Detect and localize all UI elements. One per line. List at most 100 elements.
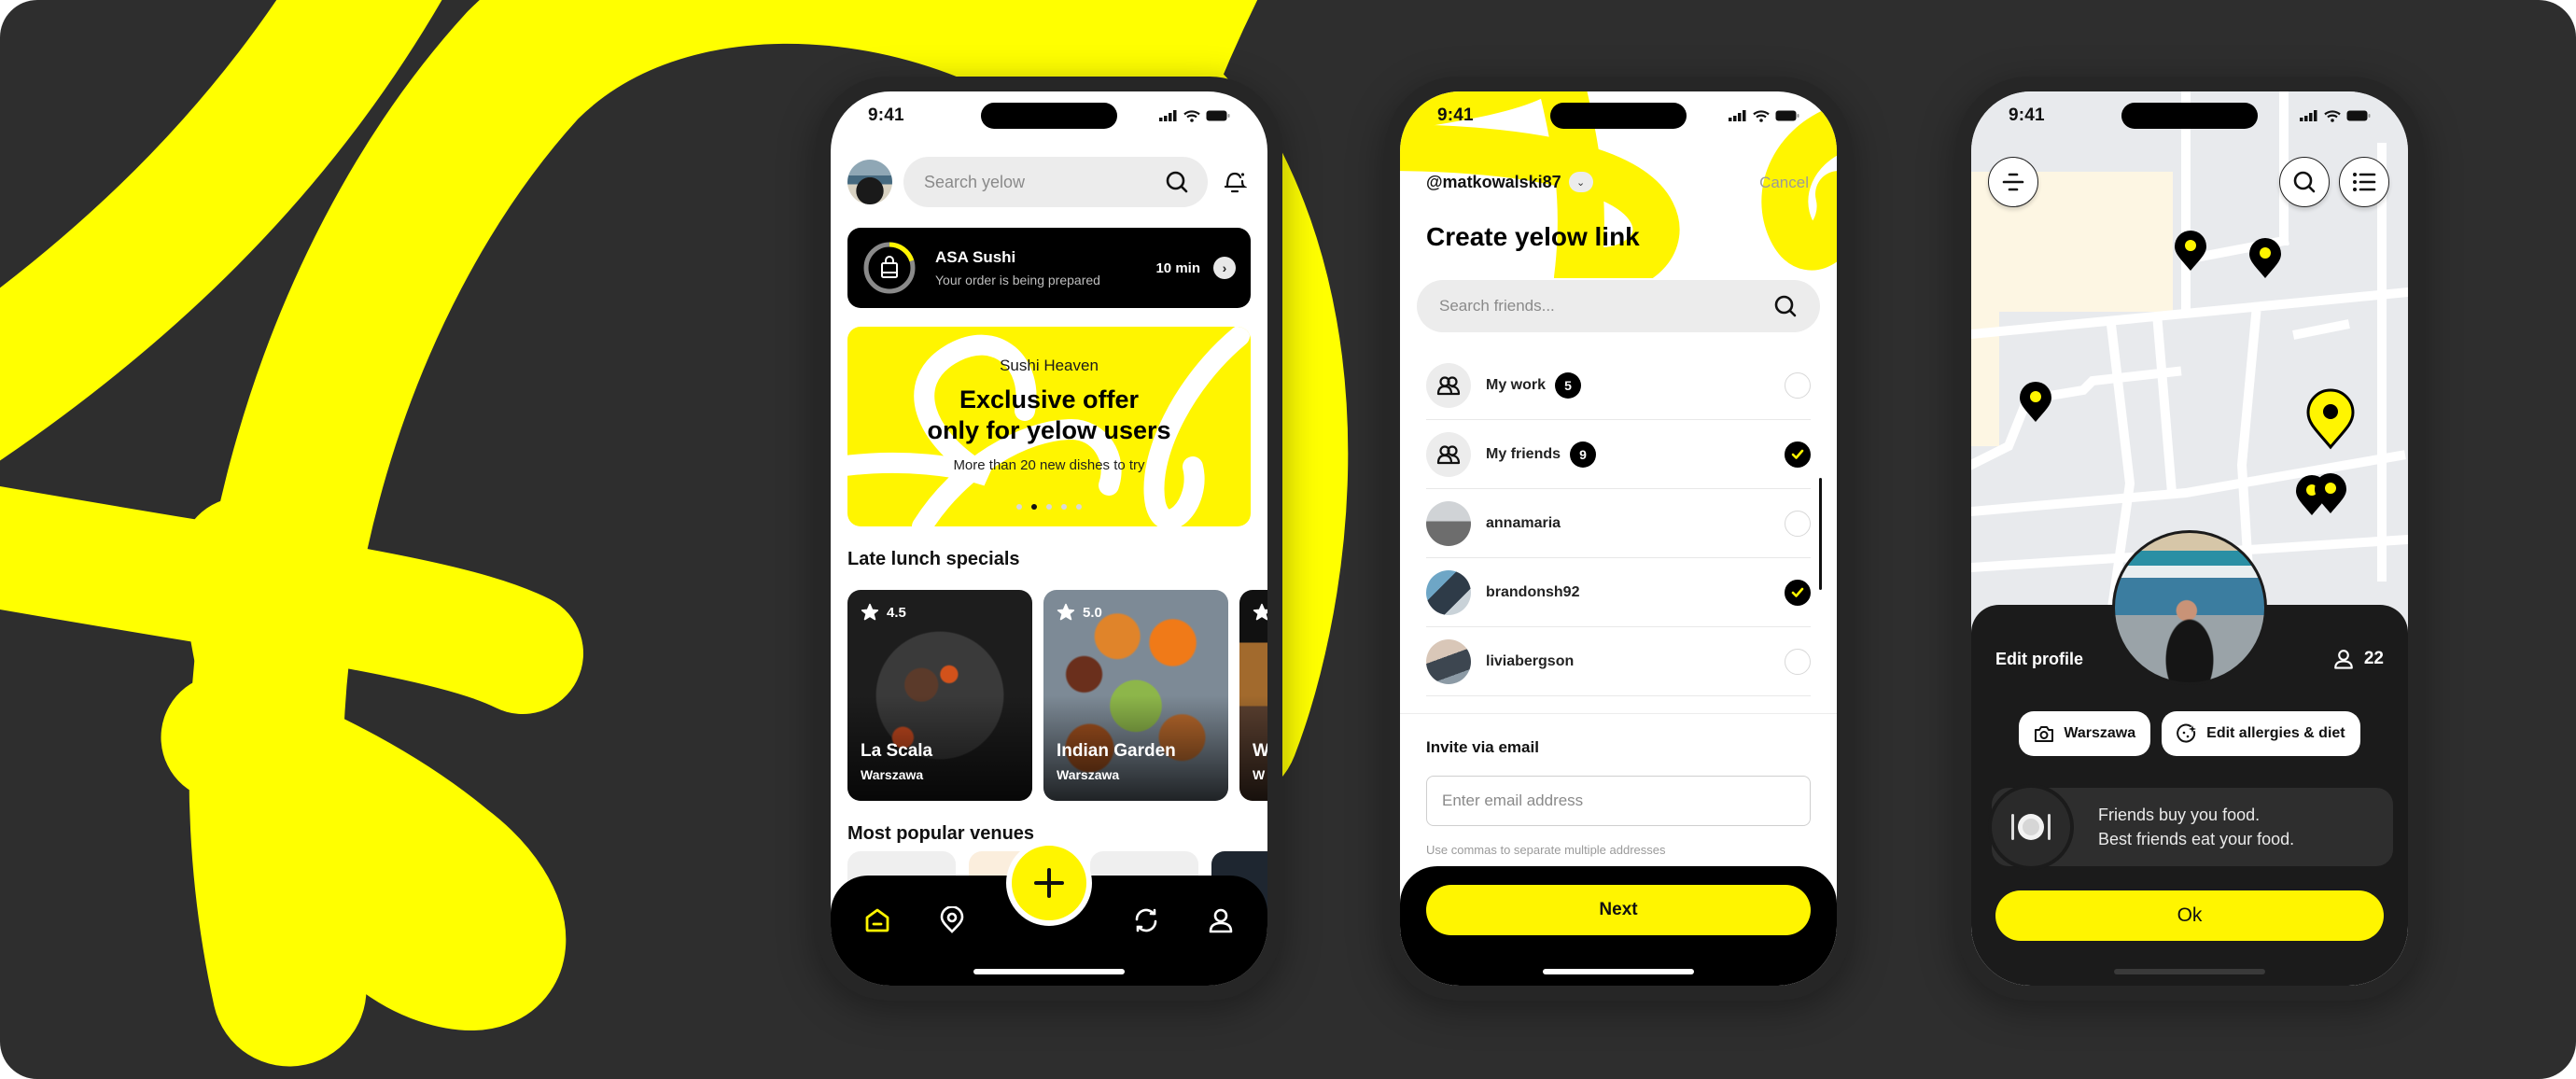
followers-count[interactable]: 22 [2332,648,2384,670]
promo-headline-line2: only for yelow users [927,416,1171,444]
user-avatar[interactable] [847,160,892,204]
promo-banner[interactable]: Sushi Heaven Exclusive offer only for ye… [847,327,1251,526]
checkbox-unchecked[interactable] [1785,510,1811,537]
wifi-icon [2324,109,2341,122]
section-popular-venues: Most popular venues [847,823,1035,844]
signal-icon [1159,110,1177,121]
friend-row[interactable]: liviabergson [1426,627,1811,696]
checkbox-checked[interactable] [1785,579,1811,606]
map-search-button[interactable] [2279,157,2330,207]
camera-icon [2035,726,2054,742]
profile-avatar[interactable] [2112,530,2267,685]
carousel-dot[interactable] [1076,504,1082,510]
chevron-right-icon[interactable]: › [1213,257,1236,279]
next-button[interactable]: Next [1426,885,1811,935]
carousel-dot-active[interactable] [1031,504,1037,510]
restaurant-card[interactable]: 5.0 Indian Garden Warszawa [1043,590,1228,801]
home-indicator [973,969,1125,974]
restaurant-name: Indian Garden [1057,741,1176,761]
restaurant-card[interactable]: 4.5 La Scala Warszawa [847,590,1032,801]
rating-value: 4.5 [887,604,906,621]
venue-pin[interactable] [2313,472,2348,515]
friend-row[interactable]: annamaria [1426,489,1811,558]
avatar [1426,569,1471,615]
list-view-button[interactable] [2339,157,2389,207]
search-icon[interactable] [1165,170,1189,194]
selected-venue-pin[interactable] [2305,388,2356,450]
ok-button[interactable]: Ok [1995,890,2384,941]
filter-button[interactable] [1988,157,2038,207]
late-lunch-carousel[interactable]: 4.5 La Scala Warszawa 5.0 Indian Garden … [847,590,1267,801]
shopping-bag-icon [881,256,898,278]
chip-label: Edit allergies & diet [2206,725,2345,741]
dynamic-island [981,103,1117,129]
tab-map[interactable] [931,900,973,941]
create-link-screen: 9:41 @matkowalski87 ⌄ Cancel Create yelo… [1400,91,1837,986]
status-time: 9:41 [868,105,904,125]
edit-profile-link[interactable]: Edit profile [1995,650,2083,669]
search-friends-placeholder: Search friends... [1439,297,1555,315]
restaurant-card[interactable]: W W [1239,590,1267,801]
rating: 5.0 [1057,603,1102,622]
promo-headline: Exclusive offer only for yelow users [847,385,1251,446]
plate-icon [1988,784,2074,870]
location-pin-icon [940,906,964,933]
signal-icon [2300,110,2317,121]
carousel-dot[interactable] [1061,504,1067,510]
order-status: Your order is being prepared [935,273,1100,287]
venue-pin[interactable] [2018,381,2053,424]
star-icon [1253,603,1267,621]
checkbox-unchecked[interactable] [1785,371,1811,399]
cancel-button[interactable]: Cancel [1759,174,1809,192]
email-field[interactable] [1426,776,1811,826]
friend-row[interactable]: brandonsh92 [1426,558,1811,627]
checkbox-unchecked[interactable] [1785,648,1811,675]
phone-create-link-screen: 9:41 @matkowalski87 ⌄ Cancel Create yelo… [1385,77,1852,1001]
add-button[interactable] [1006,840,1092,926]
promo-subtitle: More than 20 new dishes to try [953,457,1145,473]
search-placeholder: Search yelow [924,172,1026,191]
group-avatar [1426,362,1471,408]
carousel-dots[interactable] [847,504,1251,510]
chevron-down-icon[interactable]: ⌄ [1568,172,1593,192]
friend-group-row[interactable]: My friends 9 [1426,420,1811,489]
active-order-card[interactable]: ASA Sushi Your order is being prepared 1… [847,228,1251,308]
tab-exchange[interactable] [1126,900,1167,941]
order-eta: 10 min [1155,259,1200,276]
user-icon [1209,908,1233,933]
restaurant-name: W [1253,741,1267,761]
page-title: Create yelow link [1426,222,1640,251]
friend-name: My work [1486,376,1547,393]
tab-profile[interactable] [1200,900,1241,941]
carousel-dot[interactable] [1016,504,1022,510]
search-icon[interactable] [1773,294,1798,318]
notifications-button[interactable] [1219,166,1251,198]
promo-headline-line1: Exclusive offer [959,385,1140,413]
footer-bar: Next [1400,866,1837,986]
scrollbar[interactable] [1819,478,1822,590]
list-icon [2353,173,2376,191]
search-bar[interactable]: Search yelow [903,157,1208,207]
check-icon [1791,449,1804,459]
order-progress-ring [862,241,917,295]
venue-pin[interactable] [2247,237,2283,280]
edit-diet-chip[interactable]: Edit allergies & diet [2162,711,2360,756]
tab-home[interactable] [857,900,898,941]
checkbox-checked[interactable] [1785,441,1811,468]
search-friends-field[interactable]: Search friends... [1417,280,1820,332]
restaurant-city: W [1253,767,1266,782]
wifi-icon [1183,109,1200,122]
account-switcher[interactable]: @matkowalski87 ⌄ [1426,172,1593,192]
section-late-lunch: Late lunch specials [847,549,1020,569]
location-chip[interactable]: Warszawa [2019,711,2151,756]
avatar [1426,638,1471,684]
order-venue: ASA Sushi [935,248,1016,266]
friend-name: annamaria [1486,514,1561,531]
carousel-dot[interactable] [1046,504,1052,510]
tab-bar [831,840,1267,986]
friend-group-row[interactable]: My work 5 [1426,351,1811,420]
user-icon [2334,650,2353,669]
venue-pin[interactable] [2173,230,2208,273]
restaurant-name: La Scala [861,741,933,761]
tip-text: Friends buy you food. Best friends eat y… [2098,803,2294,851]
